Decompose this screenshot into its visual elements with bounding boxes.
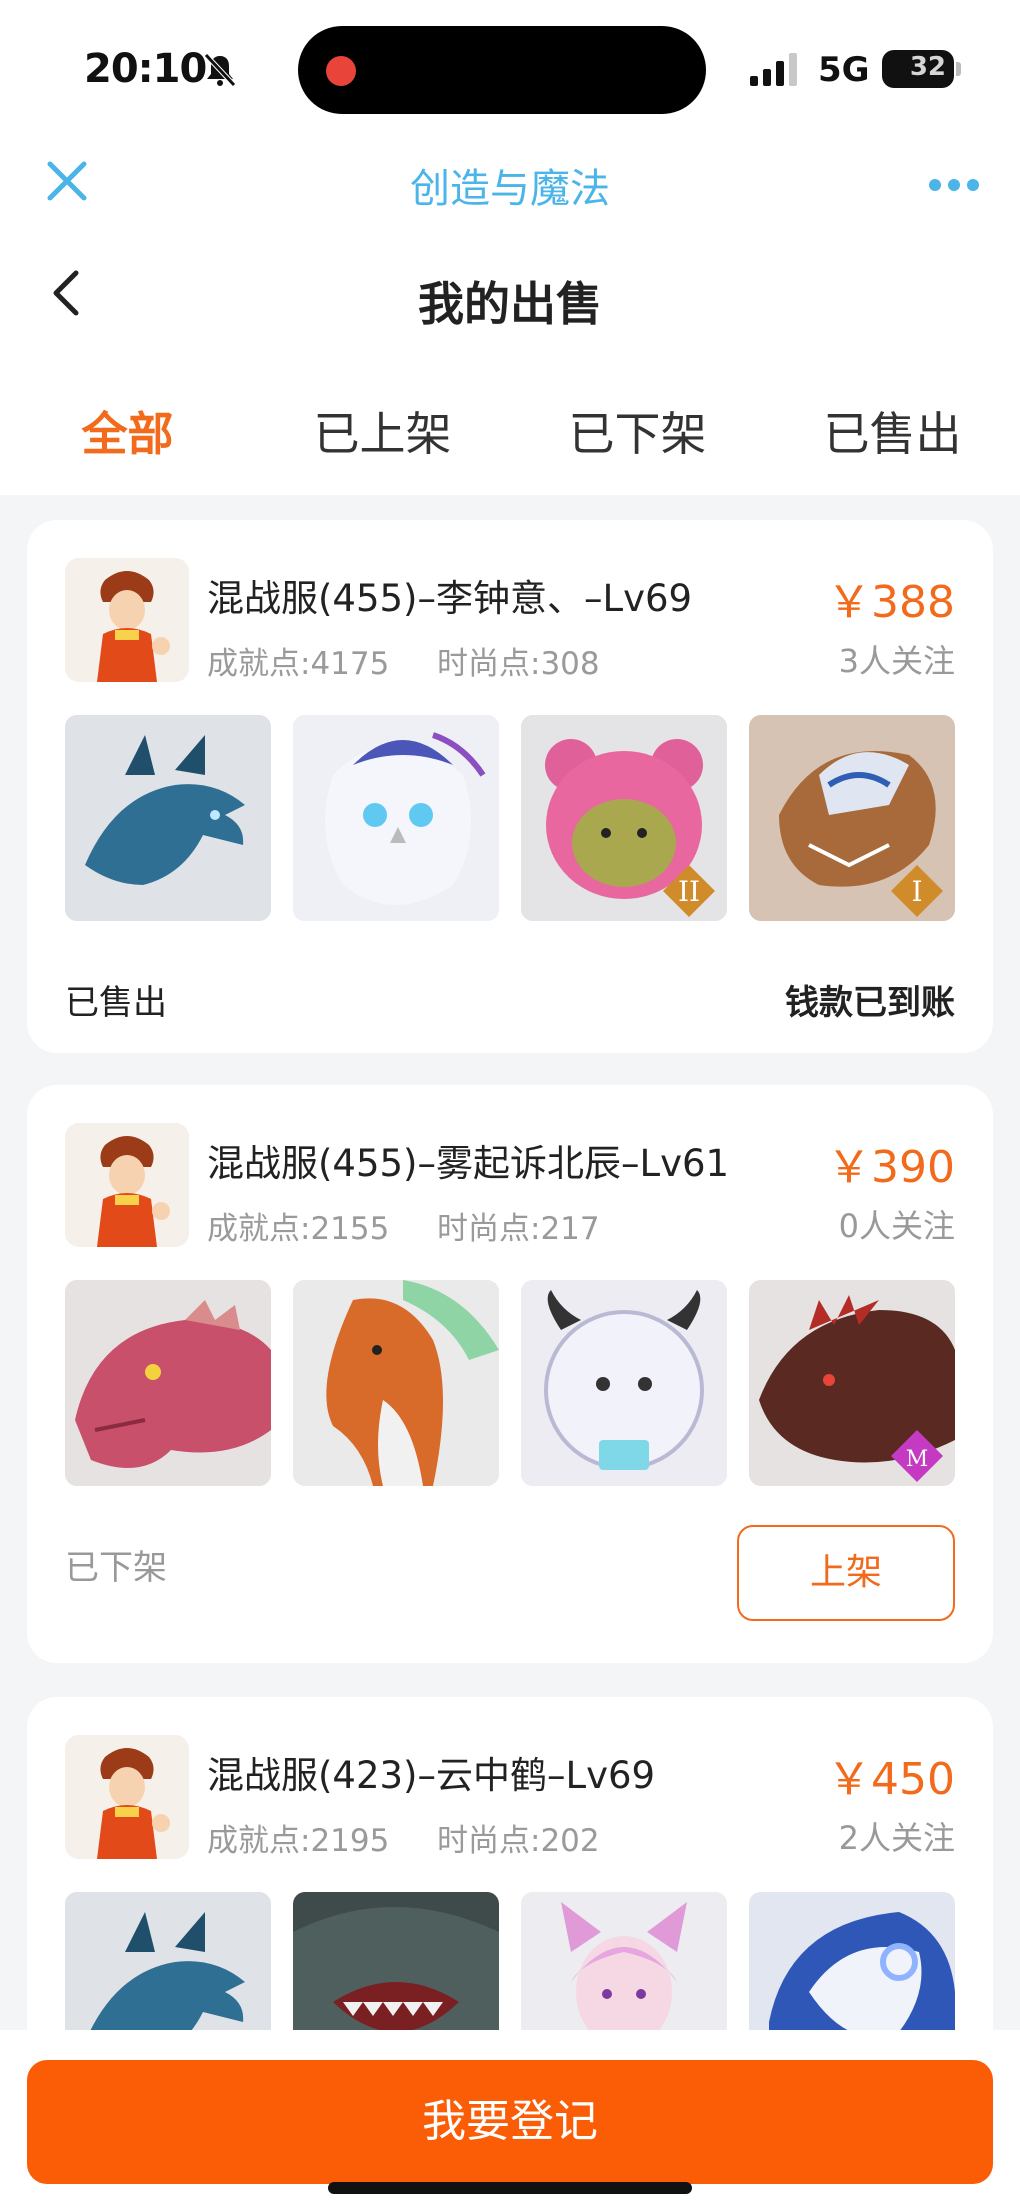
achievement-points: 成就点:2195 [207,1823,390,1859]
status-label: 已售出 [65,983,167,1023]
achievement-points: 成就点:4175 [207,646,390,682]
fashion-points: 时尚点:217 [437,1211,600,1247]
recording-indicator [326,56,356,86]
listing-card[interactable]: 混战服(455)–雾起诉北辰–Lv61 成就点:2155 时尚点:217 ￥39… [27,1085,993,1663]
listing-price: ￥388 [827,577,955,628]
status-bar: 20:10 5G 32 [0,0,1020,130]
network-label: 5G [818,50,870,90]
pet-thumbnails: II I [65,715,955,921]
listing-title: 混战服(423)–云中鹤–Lv69 [207,1754,656,1797]
battery-tip [956,62,961,76]
white-owl-thumbnail [293,715,499,921]
svg-text:I: I [911,875,922,908]
watcher-count: 2人关注 [838,1819,955,1857]
listing-price: ￥390 [827,1142,955,1193]
battery-icon: 32 [882,50,954,88]
home-indicator[interactable] [328,2182,692,2194]
payment-status: 钱款已到账 [785,983,955,1023]
bell-muted-icon [204,53,236,87]
listing-price: ￥450 [827,1754,955,1805]
blue-dragon-thumbnail [65,715,271,921]
tab-sold[interactable]: 已售出 [765,350,1020,495]
pink-bear-thumbnail: II [521,715,727,921]
status-time: 20:10 [84,46,207,92]
watcher-count: 0人关注 [838,1207,955,1245]
fashion-points: 时尚点:202 [437,1823,600,1859]
page-header: 我的出售 [0,240,1020,350]
armored-wolf-thumbnail: I [749,715,955,921]
filter-tabs: 全部 已上架 已下架 已售出 [0,350,1020,495]
fashion-points: 时尚点:308 [437,646,600,682]
white-cow-thumbnail [521,1280,727,1486]
register-button[interactable]: 我要登记 [27,2060,993,2184]
signal-icon [750,53,797,86]
mini-program-bar: 创造与魔法 [0,130,1020,240]
red-dragon-thumbnail [65,1280,271,1486]
listing-title: 混战服(455)–雾起诉北辰–Lv61 [207,1142,730,1185]
status-label: 已下架 [65,1548,167,1588]
pet-thumbnails: M [65,1280,955,1486]
svg-text:II: II [678,875,700,908]
more-icon[interactable] [928,178,980,192]
dynamic-island [298,26,706,114]
app-title: 创造与魔法 [410,166,610,212]
dark-beast-thumbnail: M [749,1280,955,1486]
tab-listed[interactable]: 已上架 [255,350,510,495]
listing-card[interactable]: 混战服(455)–李钟意、–Lv69 成就点:4175 时尚点:308 ￥388… [27,520,993,1053]
tab-delisted[interactable]: 已下架 [510,350,765,495]
listing-title: 混战服(455)–李钟意、–Lv69 [207,577,693,620]
page-title: 我的出售 [418,277,602,331]
achievement-points: 成就点:2155 [207,1211,390,1247]
relist-button[interactable]: 上架 [737,1525,955,1621]
character-avatar [65,1735,189,1859]
character-avatar [65,1123,189,1247]
tab-all[interactable]: 全部 [0,350,255,495]
battery-level: 32 [909,52,946,82]
watcher-count: 3人关注 [838,642,955,680]
character-avatar [65,558,189,682]
svg-text:M: M [906,1447,929,1472]
orange-horse-thumbnail [293,1280,499,1486]
